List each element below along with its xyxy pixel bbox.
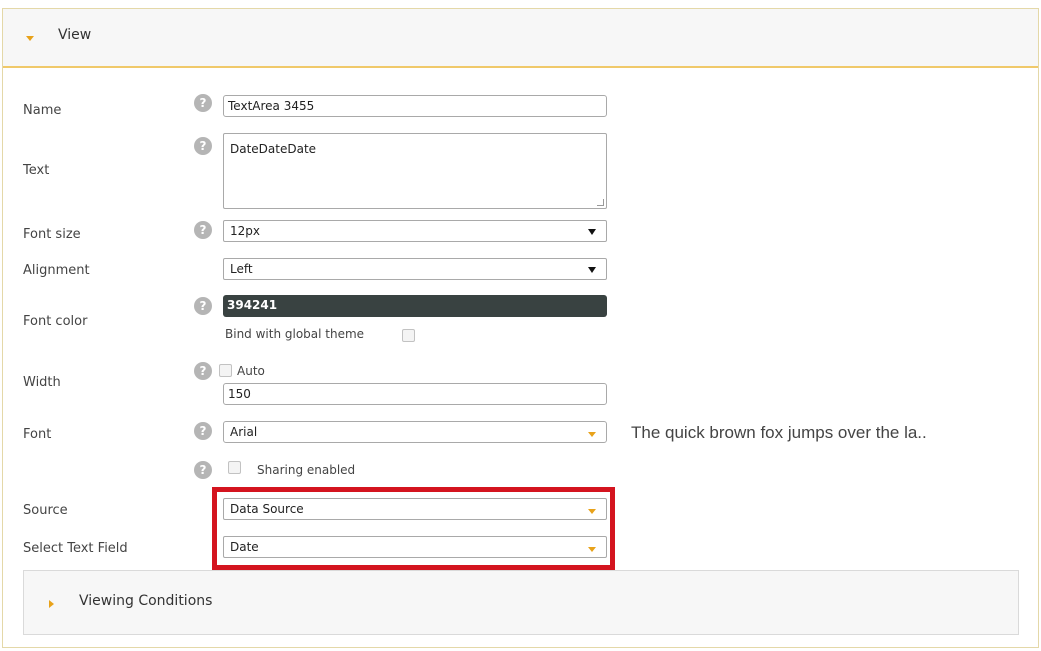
bind-global-theme-checkbox[interactable] (402, 329, 415, 342)
font-label: Font (23, 427, 52, 442)
collapse-arrow-icon[interactable] (26, 36, 34, 41)
name-input[interactable]: TextArea 3455 (223, 95, 607, 117)
width-auto-checkbox[interactable] (219, 364, 232, 377)
font-color-label: Font color (23, 314, 88, 329)
help-icon[interactable]: ? (194, 221, 212, 239)
select-text-field-label: Select Text Field (23, 541, 128, 556)
help-icon[interactable]: ? (194, 137, 212, 155)
name-label: Name (23, 103, 62, 118)
help-icon[interactable]: ? (194, 422, 212, 440)
sharing-label: Sharing enabled (257, 463, 356, 477)
help-icon[interactable]: ? (194, 362, 212, 380)
font-size-select[interactable]: 12px (223, 220, 607, 242)
expand-arrow-icon[interactable] (49, 600, 54, 608)
font-size-label: Font size (23, 227, 81, 242)
dropdown-arrow-icon (588, 432, 596, 437)
font-size-value: 12px (230, 224, 260, 238)
view-section-title: View (58, 27, 92, 43)
view-section-header[interactable]: View (3, 9, 1038, 68)
font-value: Arial (230, 425, 258, 439)
help-icon[interactable]: ? (194, 297, 212, 315)
help-icon[interactable]: ? (194, 461, 212, 479)
dropdown-arrow-icon (588, 267, 596, 273)
bind-global-theme-label: Bind with global theme (225, 327, 365, 341)
alignment-select[interactable]: Left (223, 258, 607, 280)
font-preview-text: The quick brown fox jumps over the la.. (631, 423, 927, 442)
help-icon[interactable]: ? (194, 94, 212, 112)
viewing-conditions-title: Viewing Conditions (79, 593, 213, 609)
width-input[interactable]: 150 (223, 383, 607, 405)
viewing-conditions-section[interactable]: Viewing Conditions (23, 570, 1019, 635)
sharing-checkbox[interactable] (228, 461, 241, 474)
dropdown-arrow-icon (588, 229, 596, 235)
alignment-value: Left (230, 262, 253, 276)
text-label: Text (23, 163, 50, 178)
resize-handle-icon[interactable] (597, 199, 604, 206)
width-auto-label: Auto (237, 364, 265, 378)
font-color-input[interactable]: 394241 (223, 295, 607, 317)
width-label: Width (23, 375, 61, 390)
alignment-label: Alignment (23, 263, 90, 278)
text-textarea[interactable]: DateDateDate (223, 133, 607, 209)
highlight-box (212, 487, 615, 570)
text-value: DateDateDate (230, 142, 317, 156)
source-label: Source (23, 503, 68, 518)
font-select[interactable]: Arial (223, 421, 607, 443)
